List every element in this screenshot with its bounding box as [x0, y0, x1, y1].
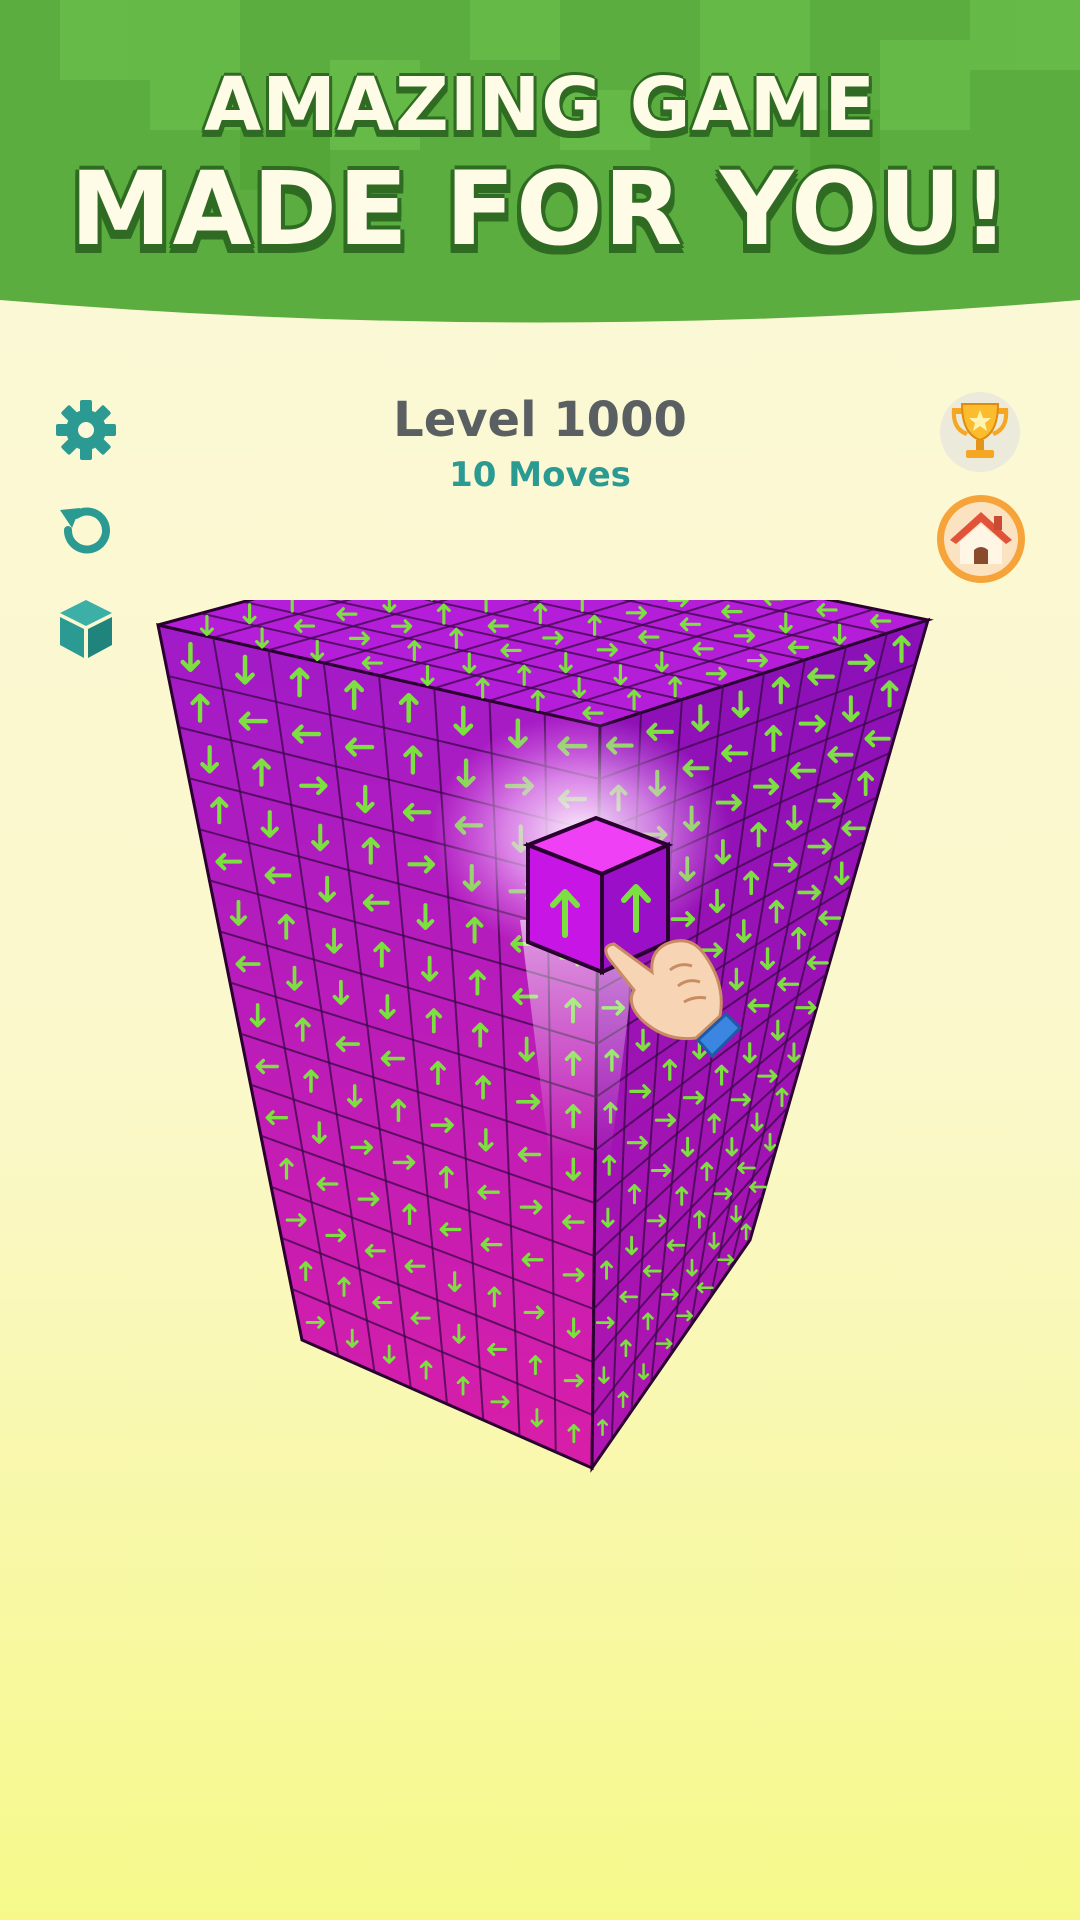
trophy-icon: [940, 392, 1020, 472]
undo-button[interactable]: [54, 500, 118, 564]
undo-icon: [60, 507, 110, 554]
selected-cube[interactable]: [522, 815, 674, 976]
promo-headline-line2: MADE FOR YOU!: [69, 150, 1010, 269]
trophy-button[interactable]: [938, 390, 1022, 474]
level-title: Level 1000: [393, 392, 687, 448]
cube-tower-board[interactable]: [0, 530, 1080, 1840]
gear-icon: [56, 400, 116, 460]
promo-banner: AMAZING GAME MADE FOR YOU!: [0, 0, 1080, 340]
home-icon: [937, 495, 1025, 583]
promo-headline-line1: AMAZING GAME: [203, 62, 876, 148]
home-button[interactable]: [936, 494, 1026, 584]
moves-counter: 10 Moves: [449, 455, 631, 495]
cube-tower[interactable]: [0, 530, 1080, 1840]
settings-button[interactable]: [54, 398, 118, 462]
